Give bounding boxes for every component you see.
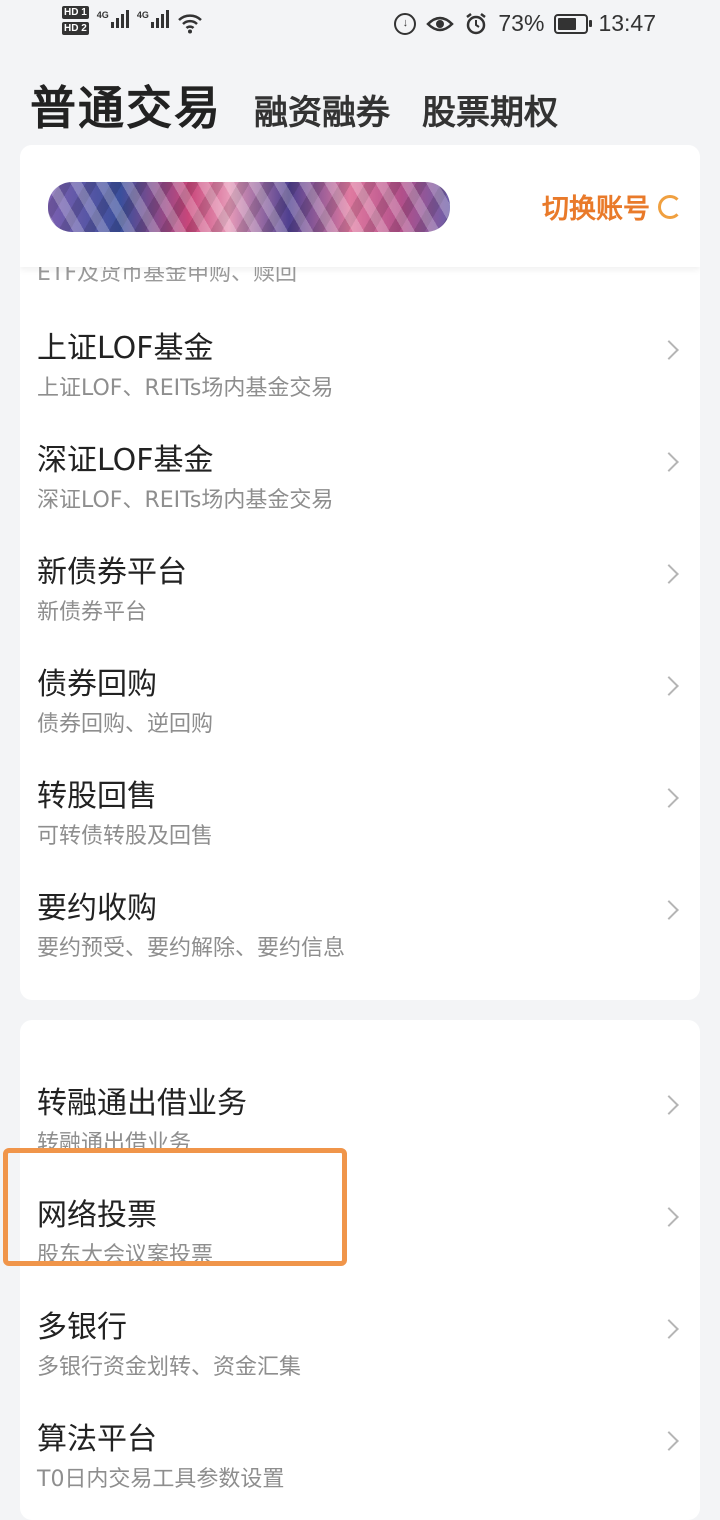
tab-margin-trade[interactable]: 融资融券 — [254, 85, 390, 134]
list-item-sz-lof[interactable]: 深证LOF基金 深证LOF、REITs场内基金交易 — [20, 415, 700, 527]
list-item-title: 算法平台 — [37, 1422, 157, 1457]
signal-icon-2: 4G — [137, 10, 169, 28]
chevron-right-icon — [659, 1319, 679, 1339]
list-item-title: 新债券平台 — [37, 555, 187, 590]
battery-icon — [554, 13, 593, 34]
list-item-subtitle: 新债券平台 — [37, 600, 148, 625]
status-left: HD 1 HD 2 4G 4G — [62, 6, 203, 35]
hd1-badge: HD 1 — [62, 6, 89, 19]
switch-account-button[interactable]: 切换账号 — [542, 187, 682, 226]
chevron-right-icon — [659, 1431, 679, 1451]
status-bar: HD 1 HD 2 4G 4G ↓ 73% 13:47 — [0, 0, 720, 50]
list-item-bond-repo[interactable]: 债券回购 债券回购、逆回购 — [20, 639, 700, 751]
list-item-sh-lof[interactable]: 上证LOF基金 上证LOF、REITs场内基金交易 — [20, 303, 700, 415]
list-item-subtitle: 要约预受、要约解除、要约信息 — [37, 936, 346, 961]
list-item-title: 多银行 — [37, 1310, 127, 1345]
list-item-title: 上证LOF基金 — [37, 331, 214, 366]
list-item-subtitle: 多银行资金划转、资金汇集 — [37, 1355, 302, 1380]
chevron-right-icon — [659, 340, 679, 360]
list-item-algo-platform[interactable]: 算法平台 T0日内交易工具参数设置 — [20, 1394, 700, 1506]
list-item-title: 转股回售 — [37, 779, 157, 814]
list-item-subtitle: 深证LOF、REITs场内基金交易 — [37, 488, 334, 513]
chevron-right-icon — [659, 676, 679, 696]
clock: 13:47 — [598, 10, 656, 36]
eye-icon — [426, 16, 455, 31]
battery-fill — [558, 17, 576, 30]
status-right: ↓ 73% 13:47 — [394, 10, 656, 37]
list-item-title: 转融通出借业务 — [37, 1086, 247, 1121]
account-name-masked — [48, 182, 450, 232]
list-item-subtitle: 上证LOF、REITs场内基金交易 — [37, 376, 334, 401]
switch-account-label: 切换账号 — [542, 194, 650, 225]
list-item-subtitle: T0日内交易工具参数设置 — [37, 1467, 285, 1492]
net1-label: 4G — [96, 10, 109, 20]
hd2-badge: HD 2 — [62, 22, 89, 35]
net2-label: 4G — [136, 10, 149, 20]
chevron-right-icon — [659, 564, 679, 584]
hd-indicators: HD 1 HD 2 — [62, 6, 89, 35]
chevron-right-icon — [659, 1207, 679, 1227]
highlight-box — [3, 1148, 347, 1266]
trade-menu-card-1: 切换账号 ETF及货币基金申购、赎回 上证LOF基金 上证LOF、REITs场内… — [20, 145, 700, 1000]
chevron-right-icon — [659, 1095, 679, 1115]
list-item-title: 深证LOF基金 — [37, 443, 214, 478]
wifi-icon — [177, 14, 202, 34]
tab-normal-trade[interactable]: 普通交易 — [30, 72, 222, 138]
signal-icon: 4G — [97, 10, 129, 28]
data-saver-icon: ↓ — [394, 12, 417, 35]
refresh-icon — [658, 194, 682, 219]
battery-percent: 73% — [498, 10, 545, 36]
chevron-right-icon — [659, 900, 679, 920]
list-item-subtitle: 可转债转股及回售 — [37, 824, 214, 849]
list-item-new-bond[interactable]: 新债券平台 新债券平台 — [20, 527, 700, 639]
chevron-right-icon — [659, 788, 679, 808]
chevron-right-icon — [659, 452, 679, 472]
trade-menu-card-2: 转融通出借业务 转融通出借业务 网络投票 股东大会议案投票 多银行 多银行资金划… — [20, 1020, 700, 1520]
tab-stock-options[interactable]: 股票期权 — [422, 85, 558, 134]
list-item-convert-putback[interactable]: 转股回售 可转债转股及回售 — [20, 751, 700, 863]
list-item-multi-bank[interactable]: 多银行 多银行资金划转、资金汇集 — [20, 1282, 700, 1394]
list-item-title: 债券回购 — [37, 667, 157, 702]
trade-type-tabs: 普通交易 融资融券 股票期权 — [30, 72, 558, 138]
list-item-subtitle: 债券回购、逆回购 — [37, 712, 214, 737]
account-bar: 切换账号 — [20, 145, 700, 267]
list-item-tender-offer[interactable]: 要约收购 要约预受、要约解除、要约信息 — [20, 863, 700, 975]
alarm-icon — [466, 12, 487, 34]
list-item-title: 要约收购 — [37, 891, 157, 926]
